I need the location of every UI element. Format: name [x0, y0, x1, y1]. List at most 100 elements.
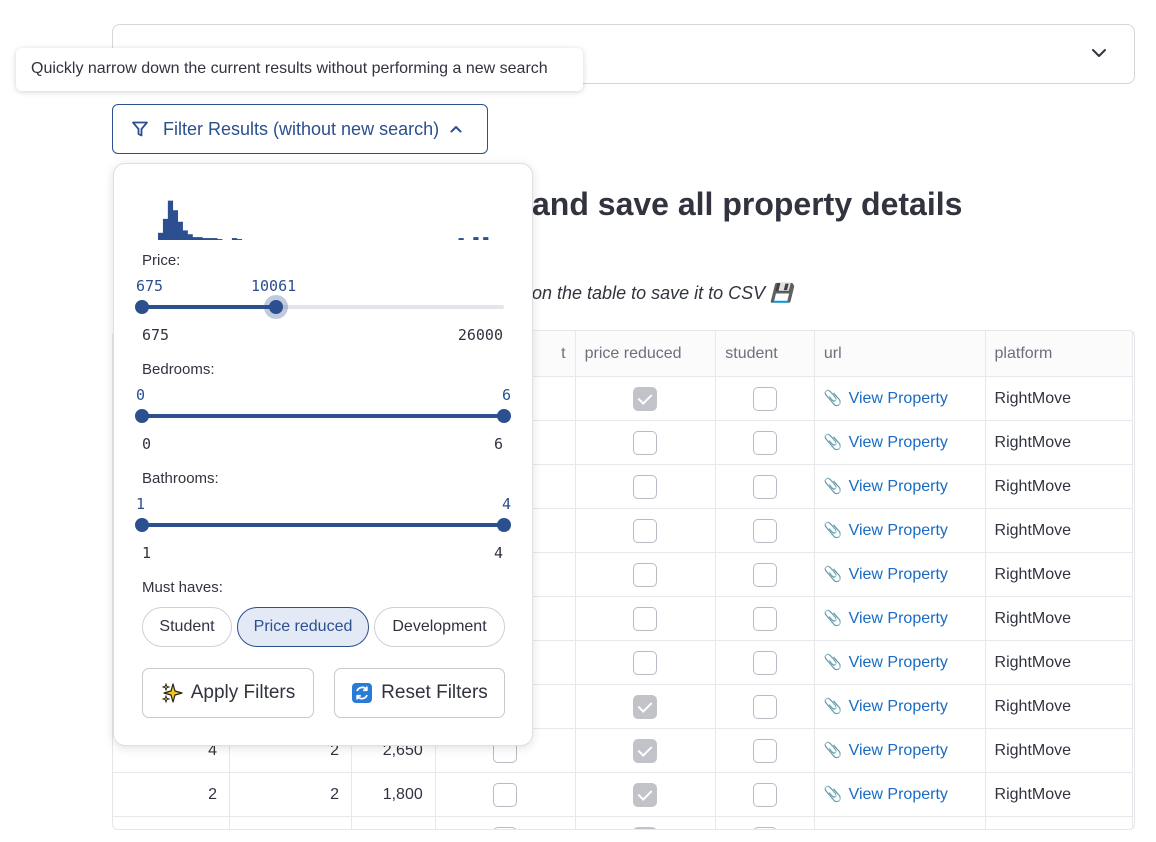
- view-property-link[interactable]: View Property: [849, 434, 948, 451]
- student-cell[interactable]: [715, 464, 815, 509]
- price-reduced-cell[interactable]: [574, 420, 717, 465]
- platform-cell[interactable]: RightMove: [984, 684, 1134, 729]
- url-cell[interactable]: 📎View Property: [813, 552, 986, 597]
- price-reduced-cell[interactable]: [574, 728, 717, 773]
- price-reduced-cell[interactable]: [574, 376, 717, 421]
- student-cell[interactable]: [715, 640, 815, 685]
- column-header-url[interactable]: url: [813, 331, 986, 377]
- platform-cell[interactable]: RightMove: [984, 816, 1134, 829]
- bedrooms-slider-max-handle[interactable]: [497, 409, 511, 423]
- student-cell[interactable]: [715, 376, 815, 421]
- student-cell[interactable]: [715, 816, 815, 829]
- view-property-link[interactable]: View Property: [849, 654, 948, 671]
- student-cell[interactable]: [715, 684, 815, 729]
- student-cell[interactable]: [715, 552, 815, 597]
- student-checkbox[interactable]: [753, 606, 778, 631]
- price-reduced-checkbox[interactable]: [633, 738, 658, 763]
- platform-cell[interactable]: RightMove: [984, 420, 1134, 465]
- must-have-student-pill[interactable]: Student: [142, 607, 232, 647]
- development-cell[interactable]: [434, 772, 576, 817]
- price-slider-max-handle[interactable]: [269, 300, 284, 314]
- price-cell[interactable]: [351, 816, 436, 829]
- platform-cell[interactable]: RightMove: [984, 508, 1134, 553]
- student-checkbox[interactable]: [753, 430, 778, 455]
- price-reduced-checkbox[interactable]: [633, 650, 658, 675]
- bathrooms-slider-min-handle[interactable]: [135, 518, 149, 532]
- view-property-link[interactable]: View Property: [849, 786, 948, 803]
- platform-cell[interactable]: RightMove: [984, 552, 1134, 597]
- price-reduced-cell[interactable]: [574, 640, 717, 685]
- development-checkbox[interactable]: [493, 782, 518, 807]
- table-row[interactable]: 📎View PropertyRightMove: [113, 816, 1134, 829]
- apply-filters-button[interactable]: Apply Filters: [142, 668, 314, 718]
- platform-cell[interactable]: RightMove: [984, 376, 1134, 421]
- price-cell[interactable]: 1,800: [351, 772, 436, 817]
- student-checkbox[interactable]: [753, 650, 778, 675]
- platform-cell[interactable]: RightMove: [984, 596, 1134, 641]
- url-cell[interactable]: 📎View Property: [813, 728, 986, 773]
- student-checkbox[interactable]: [753, 562, 778, 587]
- bedrooms-slider-min-handle[interactable]: [135, 409, 149, 423]
- url-cell[interactable]: 📎View Property: [813, 816, 986, 829]
- price-reduced-cell[interactable]: [574, 816, 717, 829]
- view-property-link[interactable]: View Property: [849, 566, 948, 583]
- student-cell[interactable]: [715, 420, 815, 465]
- student-checkbox[interactable]: [753, 694, 778, 719]
- url-cell[interactable]: 📎View Property: [813, 464, 986, 509]
- price-reduced-cell[interactable]: [574, 684, 717, 729]
- url-cell[interactable]: 📎View Property: [813, 640, 986, 685]
- filter-results-button[interactable]: Filter Results (without new search): [112, 104, 488, 154]
- price-reduced-checkbox[interactable]: [633, 606, 658, 631]
- student-checkbox[interactable]: [753, 826, 778, 829]
- platform-cell[interactable]: RightMove: [984, 772, 1134, 817]
- column-header-price-reduced[interactable]: price reduced: [574, 331, 717, 377]
- price-reduced-checkbox[interactable]: [633, 518, 658, 543]
- platform-cell[interactable]: RightMove: [984, 640, 1134, 685]
- price-reduced-checkbox[interactable]: [633, 694, 658, 719]
- view-property-link[interactable]: View Property: [849, 742, 948, 759]
- student-cell[interactable]: [715, 728, 815, 773]
- development-cell[interactable]: [434, 816, 576, 829]
- column-header-student[interactable]: student: [715, 331, 815, 377]
- price-reduced-checkbox[interactable]: [633, 826, 658, 829]
- view-property-link[interactable]: View Property: [849, 390, 948, 407]
- url-cell[interactable]: 📎View Property: [813, 772, 986, 817]
- price-slider-min-handle[interactable]: [135, 300, 149, 314]
- student-cell[interactable]: [715, 508, 815, 553]
- url-cell[interactable]: 📎View Property: [813, 596, 986, 641]
- platform-cell[interactable]: RightMove: [984, 728, 1134, 773]
- view-property-link[interactable]: View Property: [849, 478, 948, 495]
- price-reduced-cell[interactable]: [574, 508, 717, 553]
- student-cell[interactable]: [715, 596, 815, 641]
- price-reduced-cell[interactable]: [574, 552, 717, 597]
- price-reduced-checkbox[interactable]: [633, 562, 658, 587]
- price-reduced-checkbox[interactable]: [633, 474, 658, 499]
- must-have-price-reduced-pill[interactable]: Price reduced: [237, 607, 369, 647]
- url-cell[interactable]: 📎View Property: [813, 684, 986, 729]
- must-have-development-pill[interactable]: Development: [374, 607, 505, 647]
- table-row[interactable]: 2 2 1,800 📎 View Property RightMove: [113, 772, 1134, 817]
- price-reduced-checkbox[interactable]: [633, 386, 658, 411]
- price-reduced-cell[interactable]: [574, 464, 717, 509]
- student-checkbox[interactable]: [753, 518, 778, 543]
- student-checkbox[interactable]: [753, 782, 778, 807]
- student-cell[interactable]: [715, 772, 815, 817]
- column-header-platform[interactable]: platform: [984, 331, 1134, 377]
- url-cell[interactable]: 📎View Property: [813, 376, 986, 421]
- view-property-link[interactable]: View Property: [849, 610, 948, 627]
- bedrooms-cell[interactable]: [113, 816, 231, 829]
- bathrooms-cell[interactable]: [229, 816, 353, 829]
- price-reduced-cell[interactable]: [574, 596, 717, 641]
- price-reduced-checkbox[interactable]: [633, 782, 658, 807]
- bedrooms-cell[interactable]: 2: [113, 772, 231, 817]
- bathrooms-cell[interactable]: 2: [229, 772, 353, 817]
- development-checkbox[interactable]: [493, 826, 518, 829]
- student-checkbox[interactable]: [753, 738, 778, 763]
- view-property-link[interactable]: View Property: [849, 698, 948, 715]
- reset-filters-button[interactable]: Reset Filters: [334, 668, 505, 718]
- url-cell[interactable]: 📎View Property: [813, 420, 986, 465]
- bathrooms-slider-max-handle[interactable]: [497, 518, 511, 532]
- url-cell[interactable]: 📎View Property: [813, 508, 986, 553]
- student-checkbox[interactable]: [753, 386, 778, 411]
- price-reduced-cell[interactable]: [574, 772, 717, 817]
